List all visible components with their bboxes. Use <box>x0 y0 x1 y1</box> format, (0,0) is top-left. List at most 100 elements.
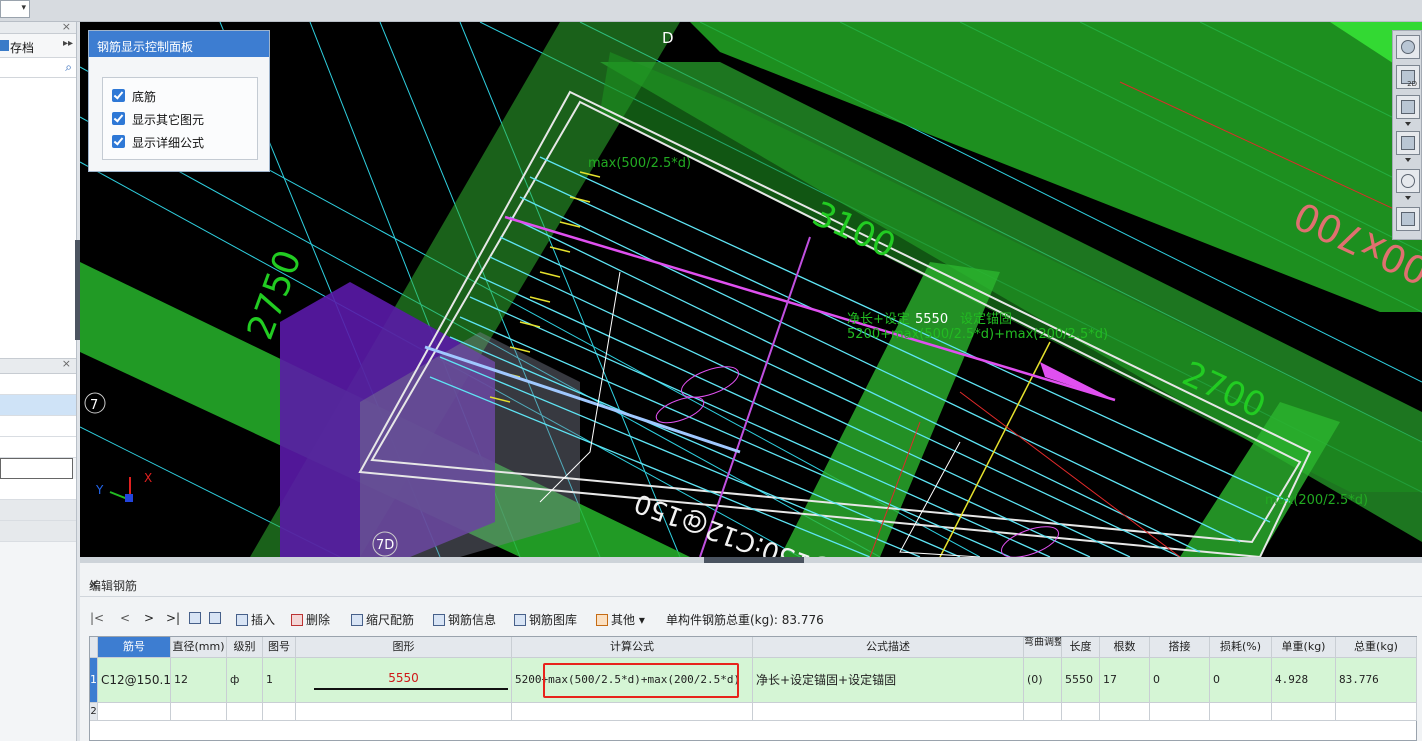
cell-formula-description[interactable] <box>753 703 1024 721</box>
orbit-icon[interactable] <box>1396 35 1420 59</box>
cell-rebar-name[interactable]: C12@150.1 <box>98 658 171 703</box>
cell-unit-weight[interactable] <box>1272 703 1336 721</box>
cell-count[interactable]: 17 <box>1100 658 1150 703</box>
view-toolbar: 2D <box>1392 30 1422 240</box>
move-down-icon[interactable] <box>209 611 224 625</box>
cell-loss[interactable] <box>1210 703 1272 721</box>
layer-settings-icon[interactable] <box>1396 207 1420 231</box>
column-header[interactable]: 图号 <box>263 637 296 658</box>
list-item[interactable] <box>0 500 76 521</box>
rotate-icon[interactable] <box>1396 169 1420 193</box>
view-2d-icon[interactable]: 2D <box>1396 65 1420 89</box>
chevron-down-icon[interactable] <box>1405 122 1411 126</box>
more-icon[interactable]: ▸▸ <box>63 38 73 49</box>
left-panel-toolbar: 存档 ▸▸ <box>0 34 76 58</box>
chevron-down-icon[interactable] <box>1405 158 1411 162</box>
list-item[interactable] <box>0 479 76 500</box>
checkbox-checked-icon[interactable] <box>112 89 125 102</box>
cell-grade[interactable] <box>227 703 263 721</box>
search-icon[interactable]: ⌕ <box>65 60 72 75</box>
list-item[interactable] <box>0 458 73 479</box>
column-header[interactable]: 图形 <box>296 637 512 658</box>
list-item[interactable] <box>0 521 76 542</box>
cell-formula-description[interactable]: 净长+设定锚固+设定锚固 <box>753 658 1024 703</box>
cell-total-weight[interactable]: 83.776 <box>1336 658 1417 703</box>
top-dropdown[interactable]: ▾ <box>0 0 30 18</box>
column-header[interactable]: 总重(kg) <box>1336 637 1417 658</box>
cell-lap[interactable] <box>1150 703 1210 721</box>
cell-figure-no[interactable]: 1 <box>263 658 296 703</box>
list-item[interactable] <box>0 374 76 395</box>
column-header[interactable]: 计算公式 <box>512 637 753 658</box>
row-number[interactable]: 1 <box>90 658 98 703</box>
cell-lap[interactable]: 0 <box>1150 658 1210 703</box>
column-header[interactable]: 弯曲调整 <box>1024 637 1062 658</box>
scale-rebar-button[interactable]: 缩尺配筋 <box>351 611 414 628</box>
cell-shape[interactable] <box>296 703 512 721</box>
column-header[interactable]: 单重(kg) <box>1272 637 1336 658</box>
checkbox-checked-icon[interactable] <box>112 112 125 125</box>
column-header[interactable]: 损耗(%) <box>1210 637 1272 658</box>
chevron-down-icon: ▾ <box>638 613 645 627</box>
nav-next-button[interactable]: > <box>144 611 154 625</box>
rebar-info-button[interactable]: 钢筋信息 <box>433 611 496 628</box>
other-menu-button[interactable]: 其他 ▾ <box>596 611 645 628</box>
column-header[interactable]: 根数 <box>1100 637 1150 658</box>
column-header[interactable]: 级别 <box>227 637 263 658</box>
cell-length[interactable] <box>1062 703 1100 721</box>
nav-first-button[interactable]: |< <box>90 611 104 625</box>
cell-diameter[interactable] <box>171 703 227 721</box>
row-number-header <box>90 637 98 658</box>
nav-prev-button[interactable]: < <box>120 611 130 625</box>
list-item[interactable] <box>0 437 76 458</box>
rebar-3d-viewport[interactable]: D 7 7D 2750 3100 2700 800x700 C12@150:C1… <box>80 22 1422 557</box>
close-icon[interactable]: × <box>62 20 71 33</box>
left-panel-search[interactable]: ⌕ <box>0 58 76 78</box>
cell-count[interactable] <box>1100 703 1150 721</box>
rebar-library-button[interactable]: 钢筋图库 <box>514 611 577 628</box>
control-panel-title: 钢筋显示控制面板 <box>89 31 269 57</box>
cell-shape[interactable]: 5550 <box>296 658 512 703</box>
list-item[interactable] <box>0 416 76 437</box>
formula-line1-value: 5550 <box>915 312 948 327</box>
cell-loss[interactable]: 0 <box>1210 658 1272 703</box>
column-header[interactable]: 筋号 <box>98 637 171 658</box>
cell-total-weight[interactable] <box>1336 703 1417 721</box>
column-header[interactable]: 公式描述 <box>753 637 1024 658</box>
delete-button[interactable]: 删除 <box>291 611 330 628</box>
move-up-icon[interactable] <box>189 611 204 625</box>
insert-button[interactable]: 插入 <box>236 611 275 628</box>
formula-line1-prefix: 净长+设定 <box>847 312 910 327</box>
row-number[interactable]: 2 <box>90 703 98 721</box>
column-header[interactable]: 长度 <box>1062 637 1100 658</box>
checkbox-checked-icon[interactable] <box>112 135 125 148</box>
cell-formula[interactable] <box>512 703 753 721</box>
cell-length[interactable]: 5550 <box>1062 658 1100 703</box>
column-header[interactable]: 搭接 <box>1150 637 1210 658</box>
library-icon <box>514 614 526 626</box>
left-panel-header-2: × <box>0 357 76 374</box>
save-button[interactable]: 存档 <box>10 39 34 56</box>
formula-line1-suffix: 设定锚固 <box>960 312 1012 327</box>
view-cube-icon[interactable] <box>1396 131 1420 155</box>
chevron-down-icon[interactable] <box>1405 196 1411 200</box>
cell-rebar-name[interactable] <box>98 703 171 721</box>
cell-figure-no[interactable] <box>263 703 296 721</box>
cell-grade[interactable]: ф <box>227 658 263 703</box>
axis-d-label: D <box>662 29 674 47</box>
nav-last-button[interactable]: >| <box>166 611 180 625</box>
cell-unit-weight[interactable]: 4.928 <box>1272 658 1336 703</box>
rebar-display-control-panel: 钢筋显示控制面板 底筋 显示其它图元 显示详细公式 <box>88 30 270 172</box>
viewport-scene: D 7 7D 2750 3100 2700 800x700 C12@150:C1… <box>80 22 1422 557</box>
axis-x-label: X <box>144 471 152 485</box>
close-icon[interactable]: × <box>89 577 1418 591</box>
cell-diameter[interactable]: 12 <box>171 658 227 703</box>
close-icon[interactable]: × <box>62 357 71 370</box>
column-header[interactable]: 直径(mm) <box>171 637 227 658</box>
view-3d-box-icon[interactable] <box>1396 95 1420 119</box>
left-panel-header: × <box>0 20 76 34</box>
shape-line <box>314 688 508 690</box>
cell-bend-adjust[interactable]: (0) <box>1024 658 1062 703</box>
cell-bend-adjust[interactable] <box>1024 703 1062 721</box>
list-item[interactable] <box>0 395 76 416</box>
